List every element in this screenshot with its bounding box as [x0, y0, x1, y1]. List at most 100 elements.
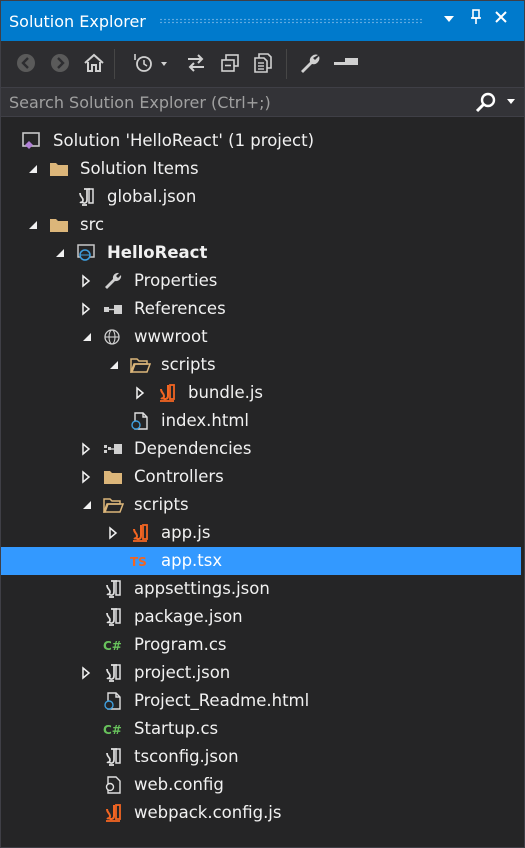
tree-item[interactable]: Solution Items [1, 155, 521, 183]
tree-item[interactable]: scripts [1, 351, 521, 379]
tree-item-label: web.config [134, 775, 224, 794]
folder-icon [102, 467, 124, 487]
window-title: Solution Explorer [9, 12, 146, 31]
tree-item-label: Solution Items [80, 159, 199, 178]
pin-icon[interactable] [465, 9, 487, 31]
collapsed-arrow-icon[interactable] [106, 525, 120, 541]
tree-item[interactable]: index.html [1, 407, 521, 435]
tree-item-label: appsettings.json [134, 579, 270, 598]
toolbar-separator [286, 49, 287, 79]
tree-item[interactable]: Controllers [1, 463, 521, 491]
tree-item-label: wwwroot [134, 327, 208, 346]
preview-icon[interactable] [331, 49, 361, 77]
tree-item-label: src [80, 215, 105, 234]
dependencies-icon [102, 439, 124, 459]
json-file-icon [75, 187, 97, 207]
expanded-arrow-icon[interactable] [106, 357, 120, 373]
js-file-icon [129, 523, 151, 543]
collapse-all-icon[interactable] [217, 49, 243, 77]
expanded-arrow-icon[interactable] [79, 497, 93, 513]
tree-item[interactable]: HelloReact [1, 239, 521, 267]
expanded-arrow-icon[interactable] [52, 245, 66, 261]
expanded-arrow-icon[interactable] [79, 329, 93, 345]
folder-icon [48, 215, 70, 235]
search-input[interactable] [1, 88, 461, 116]
tree-item[interactable]: package.json [1, 603, 521, 631]
sync-icon[interactable] [183, 49, 209, 77]
collapsed-arrow-icon[interactable] [133, 385, 147, 401]
collapsed-arrow-icon[interactable] [79, 273, 93, 289]
expanded-arrow-icon[interactable] [25, 161, 39, 177]
js-file-icon [156, 383, 178, 403]
tree-item[interactable]: appsettings.json [1, 575, 521, 603]
svg-text:TS: TS [130, 555, 147, 569]
tree-item-label: global.json [107, 187, 197, 206]
toolbar-separator [114, 49, 115, 79]
collapsed-arrow-icon[interactable] [79, 665, 93, 681]
tree-item[interactable]: Solution 'HelloReact' (1 project) [1, 127, 521, 155]
svg-text:C#: C# [103, 639, 122, 653]
properties-wrench-icon[interactable] [297, 49, 323, 77]
collapsed-arrow-icon[interactable] [79, 301, 93, 317]
html-file-icon [129, 411, 151, 431]
tree-item-label: index.html [161, 411, 249, 430]
forward-icon[interactable] [47, 49, 73, 77]
title-grip[interactable] [159, 18, 424, 24]
tree-item[interactable]: wwwroot [1, 323, 521, 351]
web-project-icon [75, 243, 97, 263]
tree-item-label: HelloReact [107, 243, 208, 262]
search-icon[interactable] [474, 91, 498, 115]
json-file-icon [102, 663, 124, 683]
tree-item-label: scripts [161, 355, 216, 374]
home-icon[interactable] [81, 49, 107, 77]
solution-explorer-window: Solution Explorer Search Solution Explor… [0, 0, 525, 848]
tree-item-label: Solution 'HelloReact' (1 project) [53, 131, 315, 150]
title-bar[interactable]: Solution Explorer [1, 1, 524, 41]
tree-item-label: Program.cs [134, 635, 227, 654]
tree-item[interactable]: src [1, 211, 521, 239]
tree-item-label: References [134, 299, 226, 318]
folder-open-icon [129, 355, 152, 375]
tree-item[interactable]: webpack.config.js [1, 799, 521, 827]
config-file-icon [102, 775, 124, 795]
tree-item-label: Properties [134, 271, 218, 290]
references-icon [102, 299, 124, 319]
tree-item[interactable]: app.js [1, 519, 521, 547]
tree-item[interactable]: Properties [1, 267, 521, 295]
search-bar [1, 87, 524, 117]
search-options-dropdown-icon[interactable] [506, 97, 516, 107]
tree-item-label: scripts [134, 495, 189, 514]
history-icon[interactable] [129, 49, 169, 77]
json-file-icon [102, 747, 124, 767]
tree-item[interactable]: global.json [1, 183, 521, 211]
tree-item[interactable]: TS app.tsx [1, 547, 521, 575]
solution-tree: Solution 'HelloReact' (1 project) Solutio… [1, 127, 524, 827]
html-file-icon [102, 691, 124, 711]
tree-item[interactable]: web.config [1, 771, 521, 799]
tree-item[interactable]: tsconfig.json [1, 743, 521, 771]
tree-item-label: webpack.config.js [134, 803, 282, 822]
back-icon[interactable] [13, 49, 39, 77]
tree-item[interactable]: C# Startup.cs [1, 715, 521, 743]
solution-icon [21, 131, 43, 151]
tree-item[interactable]: C# Program.cs [1, 631, 521, 659]
tree-item-label: Dependencies [134, 439, 252, 458]
tree-item-label: app.tsx [161, 551, 223, 570]
tree-item[interactable]: project.json [1, 659, 521, 687]
expanded-arrow-icon[interactable] [25, 217, 39, 233]
show-all-files-icon[interactable] [250, 49, 276, 77]
tree-item[interactable]: Dependencies [1, 435, 521, 463]
dropdown-icon[interactable] [438, 9, 460, 31]
tree-item[interactable]: bundle.js [1, 379, 521, 407]
close-icon[interactable] [490, 9, 512, 31]
globe-icon [102, 327, 124, 347]
csharp-file-icon: C# [102, 635, 124, 655]
collapsed-arrow-icon[interactable] [79, 469, 93, 485]
wrench-icon [102, 271, 124, 291]
csharp-file-icon: C# [102, 719, 124, 739]
tree-item[interactable]: scripts [1, 491, 521, 519]
tree-item[interactable]: References [1, 295, 521, 323]
json-file-icon [102, 579, 124, 599]
collapsed-arrow-icon[interactable] [79, 441, 93, 457]
tree-item[interactable]: Project_Readme.html [1, 687, 521, 715]
